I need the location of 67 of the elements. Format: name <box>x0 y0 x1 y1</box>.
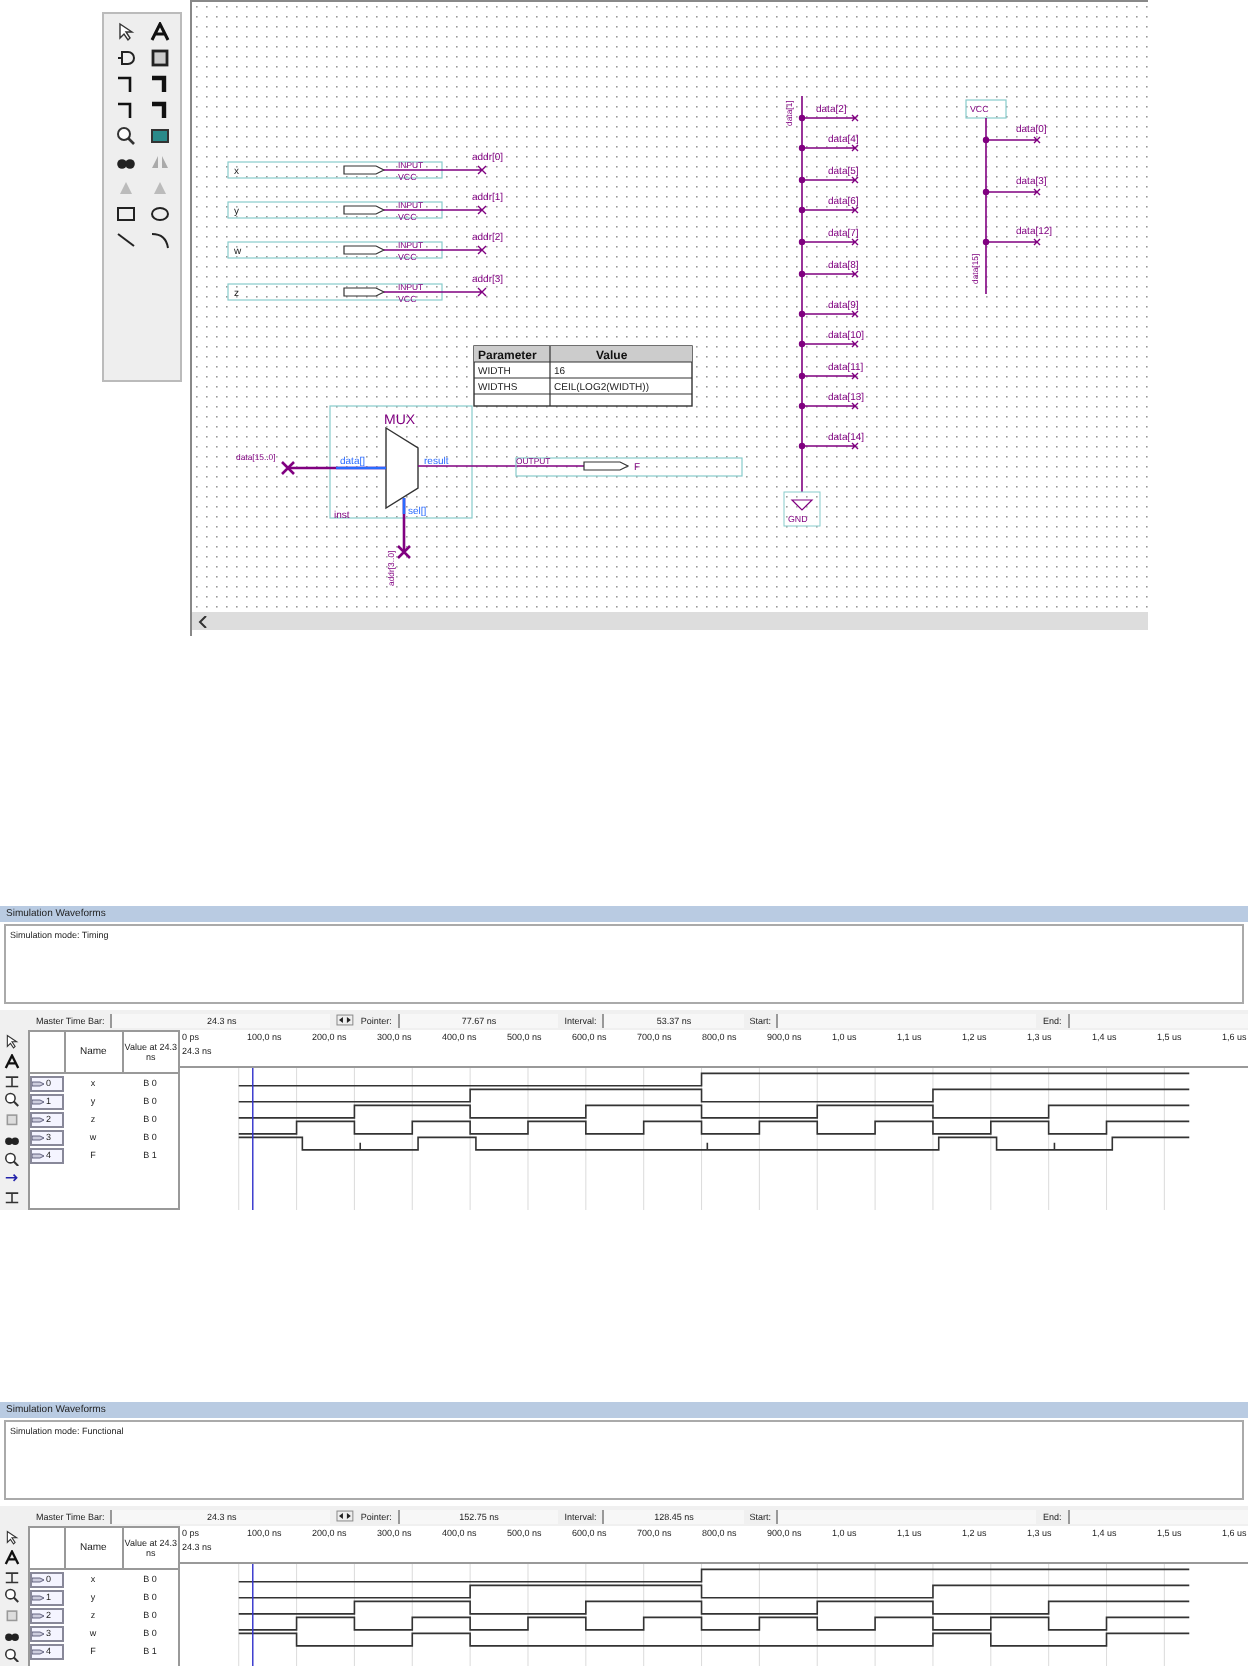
arrow-tool-icon[interactable] <box>4 1170 20 1187</box>
output-pin-icon <box>583 461 630 471</box>
block-tool-icon[interactable] <box>150 48 170 68</box>
pin-icon <box>32 1097 44 1105</box>
wire <box>801 402 859 410</box>
arrow-buttons-icon[interactable] <box>336 1014 355 1026</box>
ground-symbol <box>783 491 821 527</box>
wire <box>801 206 859 214</box>
time-cursor[interactable] <box>252 1563 254 1666</box>
symbol-tool-icon[interactable] <box>150 126 170 146</box>
pin-icon <box>32 1647 44 1655</box>
input-pin-icon <box>343 205 386 215</box>
pointer-tool-icon[interactable] <box>116 22 136 42</box>
zoom-tool-icon[interactable] <box>116 126 136 146</box>
time-cursor[interactable] <box>252 1067 254 1210</box>
zoom-tool-icon[interactable] <box>4 1647 20 1663</box>
wire <box>383 287 487 297</box>
text-tool-icon[interactable] <box>150 22 170 42</box>
wire <box>801 238 859 246</box>
gate-tool-icon[interactable] <box>116 48 136 68</box>
pin-icon <box>32 1611 44 1619</box>
wire <box>801 340 859 348</box>
zoom-tool-icon[interactable] <box>4 1588 20 1605</box>
arc-tool-icon[interactable] <box>150 230 170 250</box>
pin-icon <box>32 1575 44 1583</box>
rect-tool-icon[interactable] <box>116 204 136 224</box>
wire <box>801 372 859 380</box>
input-pin-icon <box>343 287 386 297</box>
wire <box>383 165 487 175</box>
wire <box>383 245 487 255</box>
snap-tool-icon[interactable] <box>4 1569 20 1585</box>
snap-tool-icon[interactable] <box>4 1073 20 1089</box>
pointer-tool-icon[interactable] <box>4 1530 20 1546</box>
wire <box>985 136 1041 144</box>
pin-icon <box>32 1079 44 1087</box>
mux-block <box>329 405 473 519</box>
arrow-buttons-icon[interactable] <box>336 1510 355 1522</box>
ellipse-tool-icon[interactable] <box>150 204 170 224</box>
horizontal-scrollbar[interactable] <box>192 612 1148 630</box>
pointer-tool-icon[interactable] <box>4 1034 20 1050</box>
wire <box>801 310 859 318</box>
wire <box>801 270 859 278</box>
wire <box>801 114 859 122</box>
wire <box>801 144 859 152</box>
pin-icon <box>32 1593 44 1601</box>
mux-symbol-icon <box>385 426 419 510</box>
wire <box>801 442 859 450</box>
pin-icon <box>32 1151 44 1159</box>
bus-wire <box>396 498 412 560</box>
line-tool-icon[interactable] <box>116 230 136 250</box>
wire <box>801 176 859 184</box>
text-tool-icon[interactable] <box>4 1549 20 1566</box>
wire <box>985 188 1041 196</box>
pin-icon <box>32 1115 44 1123</box>
bus-wire <box>280 460 386 476</box>
pin-icon <box>32 1133 44 1141</box>
input-pin-icon <box>343 165 386 175</box>
zoom-tool-icon[interactable] <box>4 1151 20 1167</box>
scroll-left-icon[interactable] <box>198 615 208 627</box>
zoom-tool-icon[interactable] <box>4 1092 20 1109</box>
text-tool-icon[interactable] <box>4 1053 20 1070</box>
wire <box>383 205 487 215</box>
wire <box>985 238 1041 246</box>
input-pin-icon <box>343 245 386 255</box>
pin-icon <box>32 1629 44 1637</box>
snap-tool-icon[interactable] <box>4 1190 20 1207</box>
vcc-symbol <box>965 99 1007 119</box>
